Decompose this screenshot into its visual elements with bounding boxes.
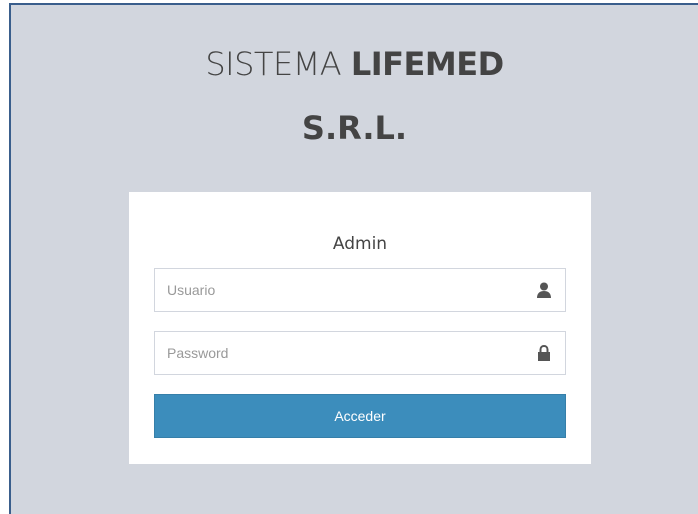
logo-suffix: S.R.L. xyxy=(301,109,408,147)
login-title: Admin xyxy=(332,234,388,254)
password-field-group xyxy=(154,331,566,375)
login-box: Admin Acceder xyxy=(129,192,591,464)
user-icon xyxy=(537,282,551,298)
username-input[interactable] xyxy=(155,269,527,311)
submit-button[interactable]: Acceder xyxy=(154,394,566,438)
password-input[interactable] xyxy=(155,332,527,374)
logo-title: SISTEMA LIFEMED xyxy=(11,45,698,83)
lock-icon xyxy=(538,345,550,361)
username-field-group xyxy=(154,268,566,312)
logo-brand: LIFEMED xyxy=(350,45,504,83)
login-page: SISTEMA LIFEMED S.R.L. Admin Acceder xyxy=(9,3,698,514)
logo-prefix: SISTEMA xyxy=(205,45,351,83)
